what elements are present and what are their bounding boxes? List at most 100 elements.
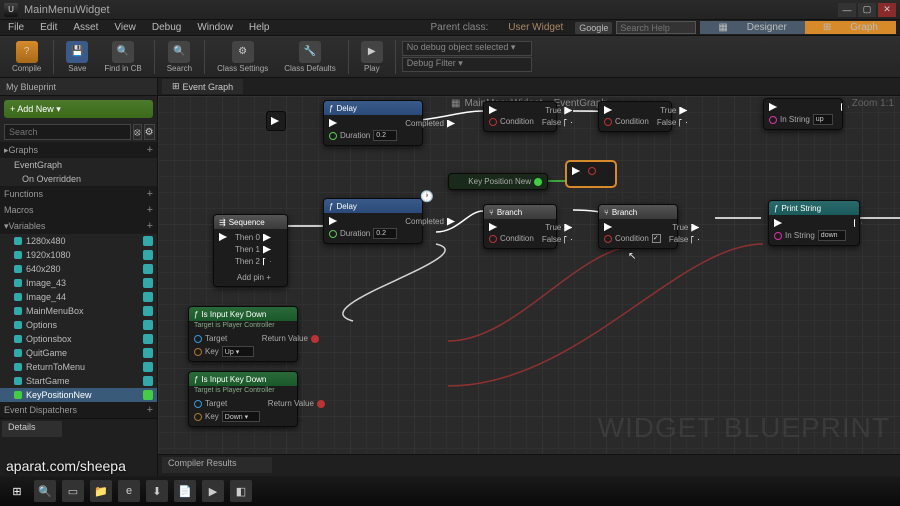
edge-icon[interactable]: e — [118, 480, 140, 502]
variable-item[interactable]: Optionsbox — [0, 332, 157, 346]
delay-node[interactable]: ƒDelay Duration Completed — [323, 100, 423, 146]
add-function-icon[interactable]: + — [147, 188, 153, 200]
print-string-node[interactable]: In String — [763, 98, 843, 130]
functions-section[interactable]: Functions+ — [0, 186, 157, 202]
task-view-icon[interactable]: ▭ — [62, 480, 84, 502]
duration-input[interactable] — [373, 228, 397, 239]
maximize-button[interactable]: ▢ — [858, 3, 876, 17]
variable-item[interactable]: StartGame — [0, 374, 157, 388]
variable-item[interactable]: ReturnToMenu — [0, 360, 157, 374]
key-select[interactable] — [222, 411, 260, 422]
branch-node[interactable]: Condition TrueFalse — [598, 101, 672, 132]
store-icon[interactable]: ⬇ — [146, 480, 168, 502]
branch-node[interactable]: Condition TrueFalse — [483, 101, 557, 132]
selected-node[interactable] — [566, 161, 616, 187]
menu-asset[interactable]: Asset — [65, 22, 106, 33]
app-icon[interactable]: ▶ — [202, 480, 224, 502]
add-dispatcher-icon[interactable]: + — [147, 404, 153, 416]
help-search-input[interactable] — [616, 21, 696, 34]
variable-item[interactable]: Image_43 — [0, 276, 157, 290]
variable-item[interactable]: Options — [0, 318, 157, 332]
string-input[interactable] — [818, 230, 846, 241]
branch-node[interactable]: ⑂Branch Condition TrueFalse — [598, 204, 678, 249]
event-graph-tab[interactable]: ⊞Event Graph — [162, 79, 243, 94]
source-watermark: aparat.com/sheepa — [6, 458, 126, 474]
taskbar: ⊞ 🔍 ▭ 📁 e ⬇ 📄 ▶ ◧ — [0, 476, 900, 506]
find-button[interactable]: 🔍Find in CB — [98, 39, 147, 75]
compiler-results-tab[interactable]: Compiler Results — [162, 457, 272, 473]
app-icon[interactable]: 📄 — [174, 480, 196, 502]
clock-icon: ƒ — [329, 202, 333, 211]
graph-tab[interactable]: ⊞Graph — [805, 21, 896, 34]
designer-tab[interactable]: ▦Designer — [700, 21, 804, 34]
menu-window[interactable]: Window — [189, 22, 241, 33]
help-search-btn[interactable]: Google — [575, 22, 612, 34]
print-string-node[interactable]: ƒPrint String In String — [768, 200, 860, 246]
menu-help[interactable]: Help — [241, 22, 278, 33]
search-button[interactable]: 🔍Search — [161, 39, 198, 75]
my-blueprint-tab[interactable]: My Blueprint — [0, 78, 157, 96]
parent-class-link[interactable]: User Widget — [500, 22, 571, 33]
blueprint-search-input[interactable] — [4, 124, 131, 140]
sequence-node[interactable]: ⇶Sequence Then 0 Then 1 Then 2 Add pin + — [213, 214, 288, 287]
is-input-key-down-node[interactable]: ƒIs Input Key Down Target is Player Cont… — [188, 306, 298, 362]
variable-item[interactable]: Image_44 — [0, 290, 157, 304]
condition-checkbox[interactable] — [652, 234, 661, 243]
graphs-section[interactable]: ▸Graphs+ — [0, 142, 157, 158]
key-select[interactable] — [222, 346, 254, 357]
class-defaults-button[interactable]: 🔧Class Defaults — [278, 39, 342, 75]
menu-file[interactable]: File — [0, 22, 32, 33]
string-input[interactable] — [813, 114, 833, 125]
graph-canvas[interactable]: ▦ MainMenuWidget › EventGraph Zoom 1:1 W… — [158, 96, 900, 454]
variable-item[interactable]: 1280x480 — [0, 234, 157, 248]
explorer-icon[interactable]: 📁 — [90, 480, 112, 502]
play-button[interactable]: ▶Play — [355, 39, 389, 75]
menu-debug[interactable]: Debug — [144, 22, 189, 33]
debug-object-select[interactable]: No debug object selected ▾ — [402, 41, 532, 56]
compile-button[interactable]: ?Compile — [6, 39, 47, 75]
titlebar: U MainMenuWidget — ▢ ✕ — [0, 0, 900, 20]
toolbar: ?Compile 💾Save 🔍Find in CB 🔍Search ⚙Clas… — [0, 36, 900, 78]
delay-node[interactable]: ƒDelay Duration Completed — [323, 198, 423, 244]
tree-item[interactable]: On Overridden — [0, 172, 157, 186]
clock-icon: ƒ — [329, 104, 333, 113]
graph-icon: ⊞ — [172, 81, 180, 92]
debug-filter-select[interactable]: Debug Filter ▾ — [402, 57, 532, 72]
start-button[interactable]: ⊞ — [6, 480, 28, 502]
variables-section[interactable]: ▾Variables+ — [0, 218, 157, 234]
search-icon: 🔍 — [168, 41, 190, 63]
add-graph-icon[interactable]: + — [147, 144, 153, 156]
tree-item[interactable]: EventGraph — [0, 158, 157, 172]
save-button[interactable]: 💾Save — [60, 39, 94, 75]
close-button[interactable]: ✕ — [878, 3, 896, 17]
ue-logo-icon: U — [4, 3, 18, 17]
macros-section[interactable]: Macros+ — [0, 202, 157, 218]
branch-node[interactable]: ⑂Branch Condition TrueFalse — [483, 204, 557, 249]
search-taskbar-icon[interactable]: 🔍 — [34, 480, 56, 502]
wrench-icon: 🔧 — [299, 41, 321, 63]
add-variable-icon[interactable]: + — [147, 220, 153, 232]
filter-icon[interactable]: ⚙ — [144, 124, 155, 140]
menu-view[interactable]: View — [106, 22, 144, 33]
variable-item[interactable]: MainMenuBox — [0, 304, 157, 318]
is-input-key-down-node[interactable]: ƒIs Input Key Down Target is Player Cont… — [188, 371, 298, 427]
add-new-button[interactable]: + Add New ▾ — [4, 100, 153, 118]
search-clear-icon[interactable]: ⦻ — [133, 124, 142, 140]
variable-get-node[interactable]: Key Position New — [448, 173, 548, 190]
graph-icon: ⊞ — [815, 22, 839, 33]
widget-icon: ▦ — [451, 98, 460, 109]
variable-item[interactable]: 1920x1080 — [0, 248, 157, 262]
app-icon[interactable]: ◧ — [230, 480, 252, 502]
details-tab[interactable]: Details — [2, 421, 62, 437]
exec-node[interactable] — [266, 111, 286, 131]
duration-input[interactable] — [373, 130, 397, 141]
variable-item[interactable]: KeyPositionNew — [0, 388, 157, 402]
minimize-button[interactable]: — — [838, 3, 856, 17]
dispatchers-section[interactable]: Event Dispatchers+ — [0, 402, 157, 418]
menu-edit[interactable]: Edit — [32, 22, 65, 33]
cursor-icon: ↖ — [628, 251, 636, 262]
variable-item[interactable]: QuitGame — [0, 346, 157, 360]
variable-item[interactable]: 640x280 — [0, 262, 157, 276]
add-macro-icon[interactable]: + — [147, 204, 153, 216]
class-settings-button[interactable]: ⚙Class Settings — [211, 39, 274, 75]
